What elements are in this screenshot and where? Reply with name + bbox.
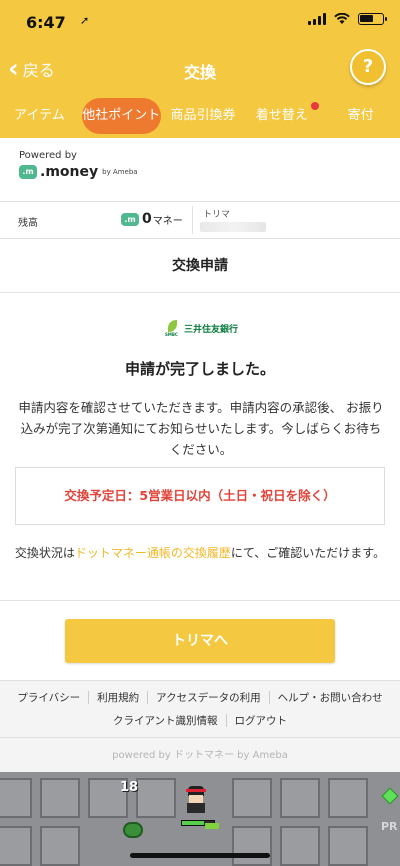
divider: [0, 737, 400, 738]
powered-by-text: Powered by: [19, 150, 77, 161]
tab-donation[interactable]: 寄付: [321, 98, 400, 134]
game-tile: [232, 778, 272, 818]
game-tile: [328, 778, 368, 818]
status-bar: 6:47 ➚: [0, 0, 400, 44]
divider: [225, 714, 227, 727]
tab-items[interactable]: アイテム: [0, 98, 79, 134]
game-tile: [40, 826, 80, 866]
bank-mark-text: SMBC: [165, 332, 178, 337]
game-tile: [280, 826, 320, 866]
gem-icon: [381, 787, 399, 805]
exchange-status-note: 交換状況はドットマネー通帳の交換履歴にて、ご確認いただけます。: [14, 543, 386, 563]
notification-dot: [311, 102, 320, 110]
game-tile: [40, 778, 80, 818]
money-wordmark: .money: [40, 164, 99, 180]
status-time: 6:47: [26, 13, 66, 32]
divider: [192, 206, 193, 234]
divider: [0, 600, 400, 601]
footer-link-help[interactable]: ヘルプ・お問い合わせ: [278, 690, 383, 705]
status-indicators: [308, 13, 387, 25]
game-tile: [232, 826, 272, 866]
footer-link-client-id[interactable]: クライアント識別情報: [113, 713, 218, 728]
balance-value: .m 0 マネー: [121, 211, 183, 227]
game-tile: [280, 778, 320, 818]
completion-description: 申請内容を確認させていただきます。申請内容の承認後、 お振り込みが完了次第通知に…: [18, 400, 384, 457]
footer: プライバシー 利用規約 アクセスデータの利用 ヘルプ・お問い合わせ クライアント…: [0, 680, 400, 772]
app-header: ‹ 戻る 交換 ?: [0, 44, 400, 94]
game-bar-accent: [205, 823, 219, 829]
powered-by-block: Powered by .m .money by Ameba: [19, 150, 138, 180]
cellular-signal-icon: [308, 13, 326, 25]
tab-vouchers[interactable]: 商品引換券: [164, 98, 243, 134]
footer-link-privacy[interactable]: プライバシー: [17, 690, 80, 705]
bank-name: 三井住友銀行: [184, 325, 239, 335]
footer-link-terms[interactable]: 利用規約: [97, 690, 139, 705]
pr-label: PR: [381, 820, 398, 833]
game-tile: [0, 826, 32, 866]
tab-other-points[interactable]: 他社ポイント: [81, 98, 161, 134]
balance-label: 残高: [18, 218, 38, 229]
exchange-schedule-notice: 交換予定日：5営業日以内（土日・祝日を除く）: [15, 467, 385, 525]
tab-dress-up[interactable]: 着せ替え: [242, 98, 321, 134]
game-character-icon: [182, 786, 210, 814]
exchange-history-link[interactable]: ドットマネー通帳の交換履歴: [75, 546, 231, 560]
divider: [88, 691, 90, 704]
footer-link-logout[interactable]: ログアウト: [235, 713, 288, 728]
smbc-leaf-icon: SMBC: [165, 320, 179, 337]
footer-links-row1: プライバシー 利用規約 アクセスデータの利用 ヘルプ・お問い合わせ: [0, 690, 400, 705]
balance-unit: マネー: [152, 215, 183, 227]
game-tile: [136, 778, 176, 818]
money-logo: .m .money by Ameba: [19, 164, 138, 180]
wifi-icon: [334, 13, 350, 24]
balance-amount: 0: [142, 211, 152, 227]
section-title: 交換申請: [0, 239, 400, 293]
footer-link-access-data[interactable]: アクセスデータの利用: [156, 690, 260, 705]
game-tile: [0, 778, 32, 818]
home-indicator[interactable]: [130, 853, 270, 858]
go-to-trima-button[interactable]: トリマへ: [65, 619, 335, 663]
help-button[interactable]: ?: [350, 49, 386, 85]
tab-dress-up-label: 着せ替え: [255, 108, 308, 123]
footer-links-row2: クライアント識別情報 ログアウト: [0, 713, 400, 728]
location-arrow-icon: ➚: [80, 14, 90, 27]
money-badge-icon: .m: [19, 165, 37, 179]
money-by-ameba: by Ameba: [102, 168, 138, 176]
bank-logo: SMBC 三井住友銀行: [165, 320, 239, 337]
battery-icon: [358, 13, 387, 25]
game-tile: [328, 826, 368, 866]
balance-row: 残高 .m 0 マネー トリマ: [0, 201, 400, 239]
game-enemy-icon: [123, 822, 143, 838]
trima-account-redacted: [200, 222, 266, 232]
trima-label: トリマ: [203, 210, 231, 220]
money-coin-icon: .m: [121, 212, 139, 226]
divider: [268, 691, 270, 704]
completion-title: 申請が完了しました。: [124, 360, 275, 378]
category-tabs: アイテム 他社ポイント 商品引換券 着せ替え 寄付: [0, 94, 400, 138]
status-note-suffix: にて、ご確認いただけます。: [230, 546, 386, 560]
divider: [147, 691, 149, 704]
footer-powered-by: powered by ドットマネー by Ameba: [112, 750, 288, 761]
game-counter: 18: [120, 780, 139, 795]
game-ad-banner[interactable]: 18 PR: [0, 772, 400, 866]
status-note-prefix: 交換状況は: [14, 546, 75, 560]
page-title: 交換: [183, 63, 216, 82]
